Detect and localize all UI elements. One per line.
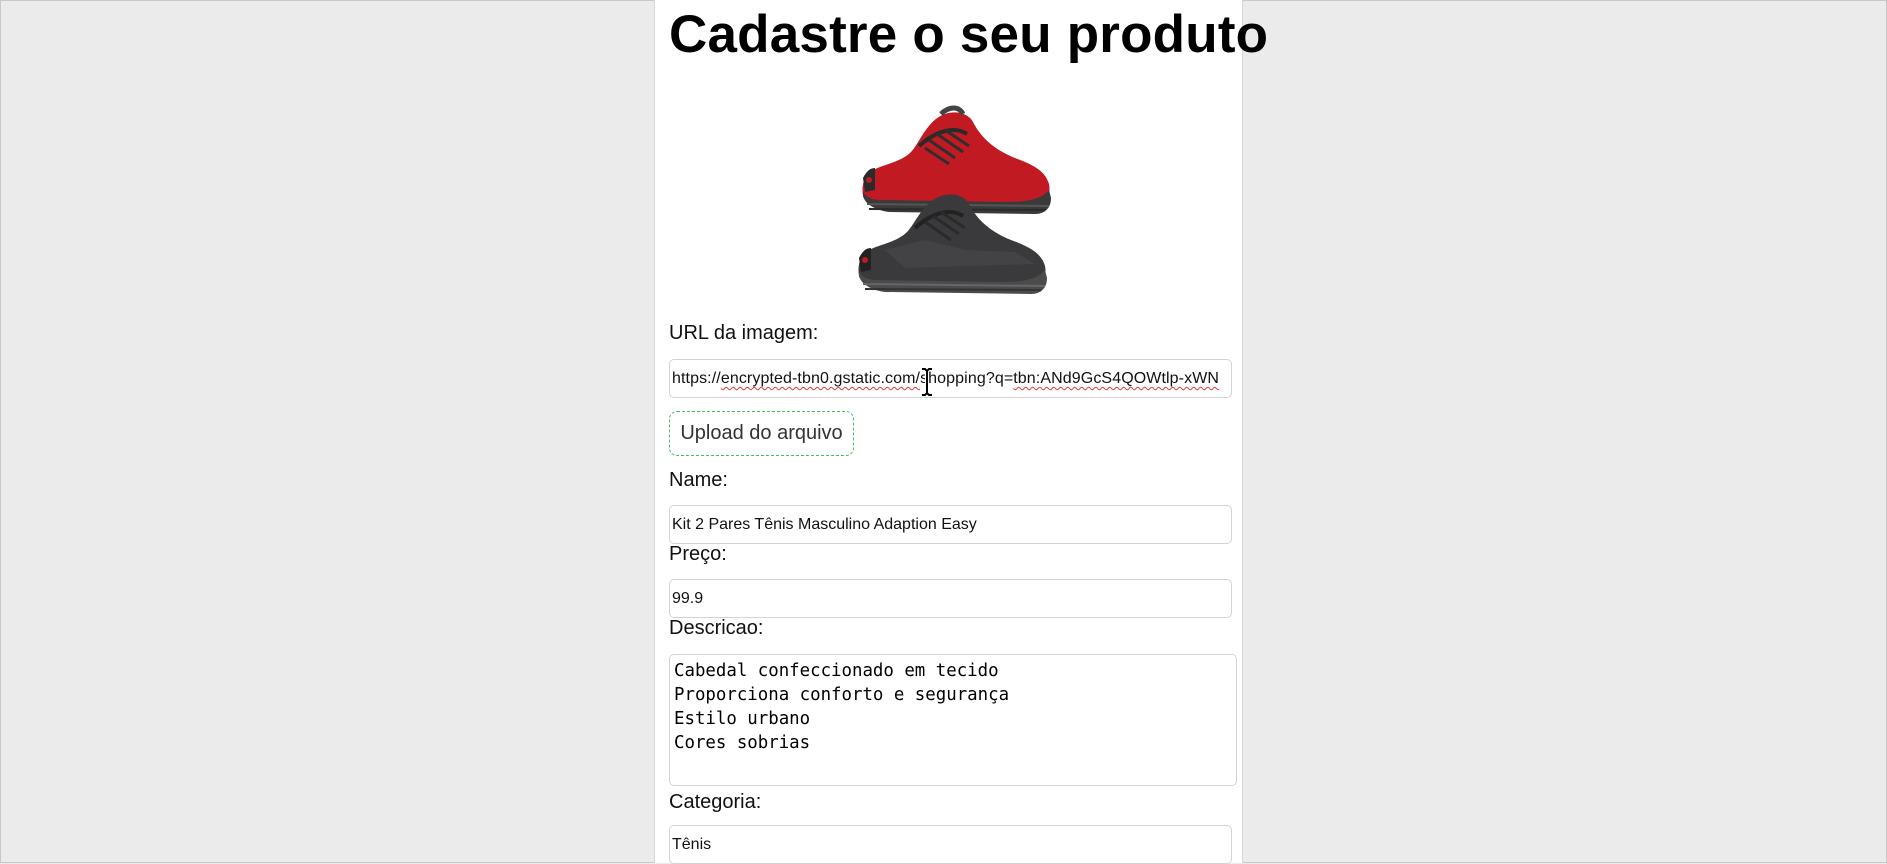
price-input[interactable]: 99.9 [669, 579, 1232, 618]
category-label: Categoria: [669, 791, 762, 813]
description-textarea[interactable]: Cabedal confeccionado em tecido Proporci… [669, 654, 1237, 786]
upload-file-button[interactable]: Upload do arquivo [669, 411, 854, 456]
url-text-part: shopping?q= [920, 370, 1014, 387]
category-input[interactable]: Tênis [669, 825, 1232, 864]
description-line: Estilo urbano [674, 709, 811, 729]
description-label: Descricao: [669, 617, 764, 639]
product-form-panel: Cadastre o seu produto URL da imagem: ht… [654, 0, 1268, 864]
description-line: Cores sobrias [674, 733, 811, 753]
image-url-input[interactable]: https://encrypted-tbn0.gstatic.com/shopp… [669, 359, 1232, 398]
name-input[interactable]: Kit 2 Pares Tênis Masculino Adaption Eas… [669, 505, 1232, 544]
description-line: Cabedal confeccionado em tecido [674, 661, 999, 681]
price-label: Preço: [669, 543, 727, 565]
text-cursor-icon [922, 367, 932, 397]
page-title: Cadastre o seu produto [669, 5, 1269, 64]
name-label: Name: [669, 469, 728, 491]
url-text-part: https:// [672, 370, 721, 387]
description-line: Proporciona conforto e segurança [674, 685, 1010, 705]
product-image [858, 105, 1051, 294]
url-text-part: tbn:ANd9GcS4QOWtlp-xWN [1013, 370, 1220, 387]
url-label: URL da imagem: [669, 322, 819, 344]
url-text-part: encrypted-tbn0.gstatic.com/ [720, 370, 921, 387]
